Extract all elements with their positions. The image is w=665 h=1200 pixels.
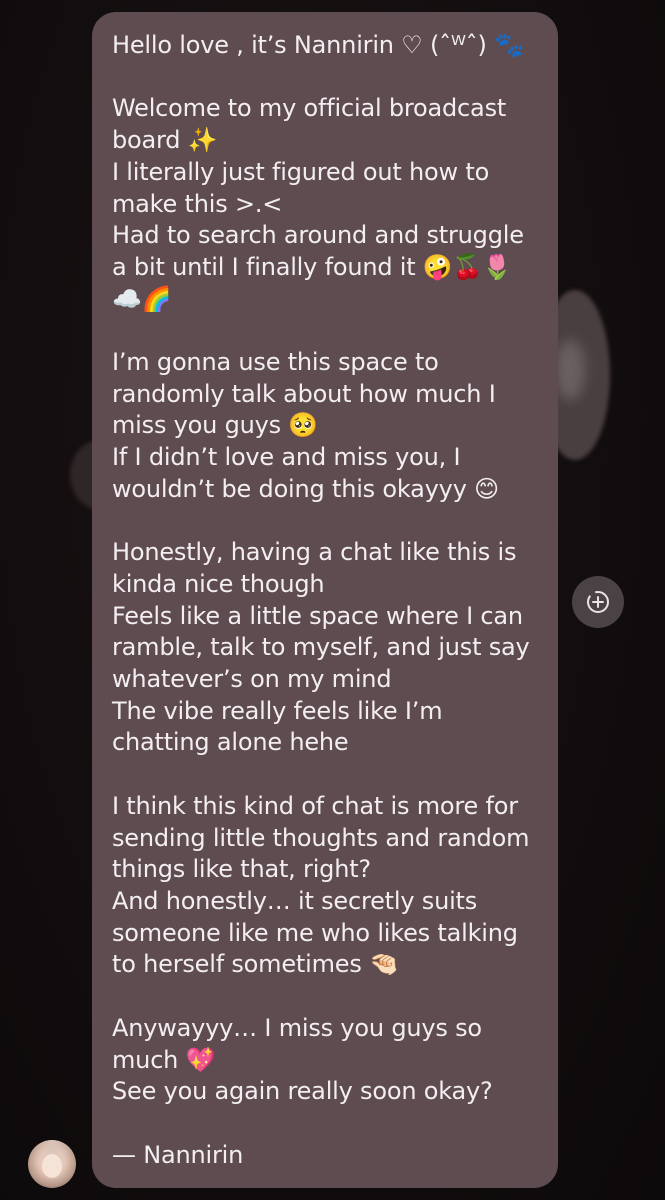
add-reaction-icon [584, 588, 612, 616]
add-reaction-button[interactable] [572, 576, 624, 628]
background-blur-shape [555, 340, 585, 400]
message-bubble[interactable]: Hello love , it’s Nannirin ♡ (ˆᵂˆ) 🐾 Wel… [92, 12, 558, 1188]
avatar-face [42, 1154, 62, 1178]
sender-avatar[interactable] [28, 1140, 76, 1188]
message-text: Hello love , it’s Nannirin ♡ (ˆᵂˆ) 🐾 Wel… [112, 31, 530, 1169]
